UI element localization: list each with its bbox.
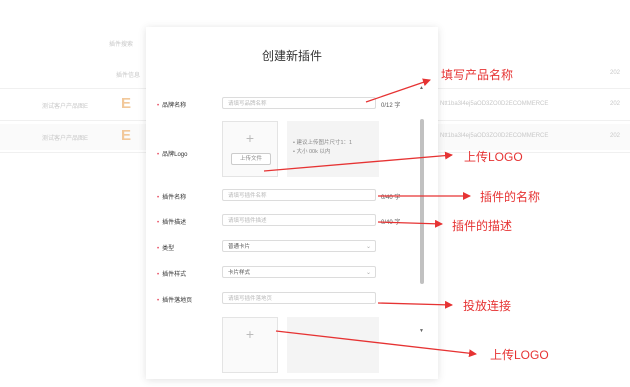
- annotation-plugin-desc: 插件的描述: [452, 219, 513, 233]
- annotation-plugin-name: 插件的名称: [480, 190, 541, 204]
- arrow-line: [365, 78, 431, 103]
- arrow-line: [275, 330, 477, 358]
- arrow-line: [377, 219, 443, 228]
- annotation-upload-logo: 上传LOGO: [464, 150, 523, 164]
- annotation-landing-link: 投放连接: [463, 299, 512, 313]
- annotation-fill-product-name: 填写产品名称: [441, 68, 514, 82]
- annotation-upload-logo-2: 上传LOGO: [490, 348, 549, 362]
- arrow-line: [263, 151, 453, 172]
- arrow-line: [377, 300, 453, 309]
